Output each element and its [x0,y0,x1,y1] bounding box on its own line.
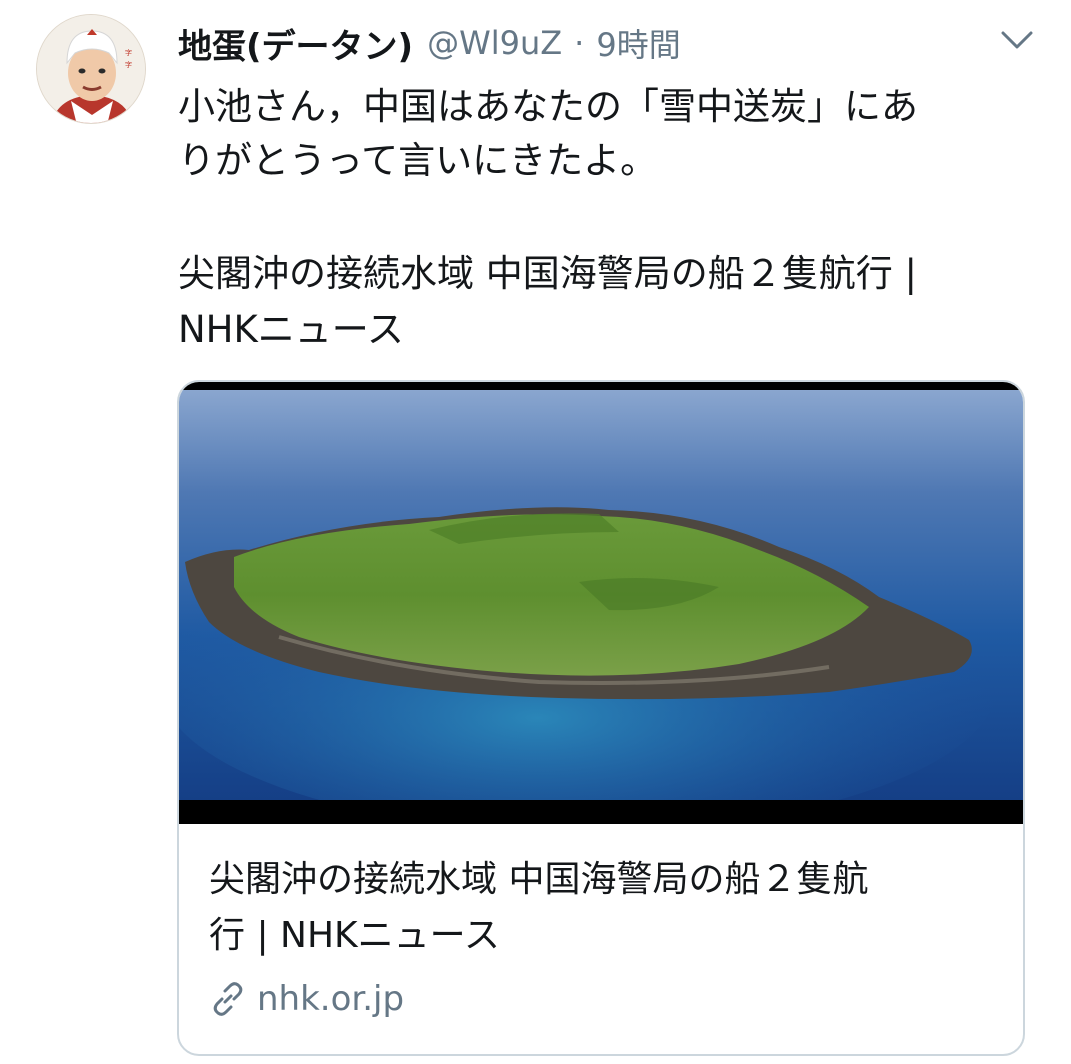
tweet-link-line: 尖閣沖の接続水域 中国海警局の船２隻航行 | [178,252,917,295]
tweet[interactable]: 字 字 地蛋(データン) @Wl9uZ · 9時間 小池さん，中国はあなたの「雪… [0,0,1071,1064]
chevron-down-icon[interactable] [999,28,1035,52]
card-title-line: 行 | NHKニュース [209,915,500,956]
card-domain-text: nhk.or.jp [257,979,405,1019]
link-icon [213,982,243,1016]
svg-text:字: 字 [125,48,132,57]
separator: · [574,24,585,62]
svg-text:字: 字 [125,60,132,69]
display-name[interactable]: 地蛋(データン) [178,19,413,68]
card-title-line: 尖閣沖の接続水域 中国海警局の船２隻航 [209,859,869,900]
tweet-link-line: NHKニュース [178,308,404,351]
avatar-icon: 字 字 [37,15,145,123]
user-handle[interactable]: @Wl9uZ [427,24,562,62]
island-aerial-photo[interactable] [179,382,1023,824]
tweet-text-line: 小池さん，中国はあなたの「雪中送炭」にあ [178,85,918,128]
user-avatar[interactable]: 字 字 [36,14,146,124]
link-card[interactable]: 尖閣沖の接続水域 中国海警局の船２隻航 行 | NHKニュース nhk.or.j… [177,380,1025,1056]
timestamp[interactable]: 9時間 [596,20,680,66]
tweet-header: 地蛋(データン) @Wl9uZ · 9時間 [178,18,1041,68]
tweet-text-line: りがとうって言いにきたよ。 [178,139,658,182]
card-domain[interactable]: nhk.or.jp [209,974,404,1024]
card-title[interactable]: 尖閣沖の接続水域 中国海警局の船２隻航 行 | NHKニュース [209,852,1009,964]
tweet-link-text: 尖閣沖の接続水域 中国海警局の船２隻航行 | NHKニュース [178,246,1038,358]
tweet-text: 小池さん，中国はあなたの「雪中送炭」にあ りがとうって言いにきたよ。 [178,80,1038,188]
